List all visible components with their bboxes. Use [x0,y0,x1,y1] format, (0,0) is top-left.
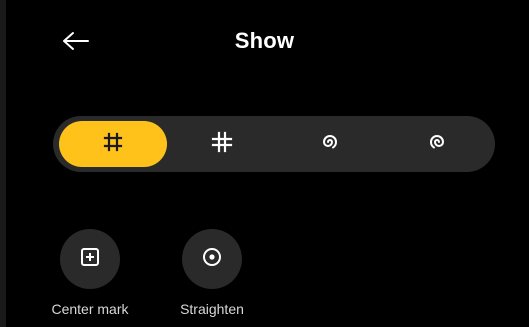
tool-straighten: Straighten [162,229,262,317]
golden-spiral-icon [319,131,341,158]
grid-hash-icon [211,131,233,158]
spiral-flipped-icon [426,131,448,158]
straighten-label: Straighten [180,301,244,317]
mode-option-spiral-flipped[interactable] [384,121,492,167]
page-title: Show [234,28,295,53]
grid-thirds-icon [102,131,124,158]
center-mark-label: Center mark [51,301,129,317]
mode-option-golden-spiral[interactable] [276,121,384,167]
mode-option-grid-hash[interactable] [169,121,277,167]
center-mark-icon [80,247,100,272]
tool-center-mark: Center mark [40,229,140,317]
center-mark-button[interactable] [60,229,120,289]
level-icon [201,246,223,273]
mode-option-grid-thirds[interactable] [59,121,167,167]
screen: Show Center mark Straighten [0,0,529,327]
grid-mode-selector [53,116,495,172]
straighten-button[interactable] [182,229,242,289]
